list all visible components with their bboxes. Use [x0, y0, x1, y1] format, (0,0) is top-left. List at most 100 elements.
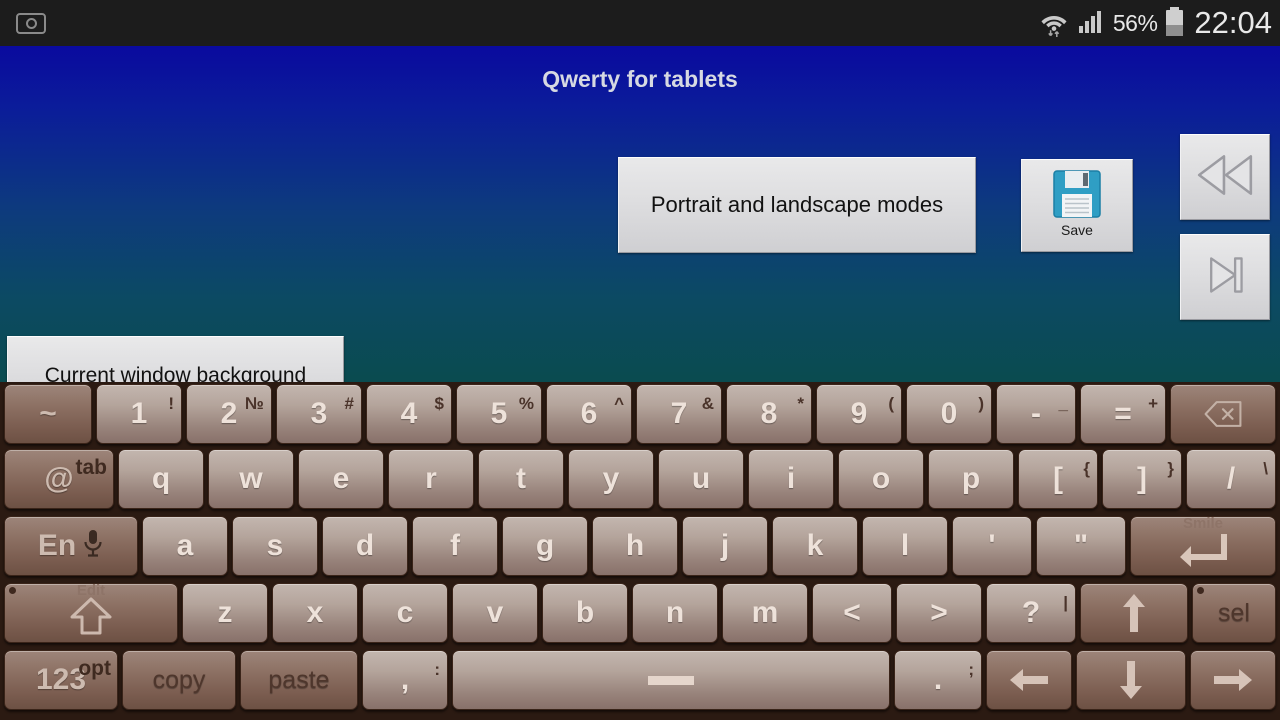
- key-d[interactable]: d: [322, 516, 408, 576]
- key-bracket-left[interactable]: [{: [1018, 449, 1098, 509]
- camera-lens-icon: [25, 17, 37, 29]
- key-a[interactable]: a: [142, 516, 228, 576]
- portrait-landscape-modes-button[interactable]: Portrait and landscape modes: [618, 157, 976, 253]
- key-space[interactable]: [452, 650, 890, 710]
- key-h[interactable]: h: [592, 516, 678, 576]
- key-b[interactable]: b: [542, 583, 628, 643]
- key-t-label: t: [516, 462, 526, 495]
- key-v[interactable]: v: [452, 583, 538, 643]
- key-2-label: 2: [220, 397, 238, 430]
- key-9[interactable]: 9(: [816, 384, 902, 444]
- key-arrow-right[interactable]: [1190, 650, 1276, 710]
- cellular-signal-icon: [1078, 8, 1104, 39]
- key-q[interactable]: q: [118, 449, 204, 509]
- save-button[interactable]: Save: [1021, 159, 1133, 252]
- key-g[interactable]: g: [502, 516, 588, 576]
- key-1[interactable]: 1!: [96, 384, 182, 444]
- key-apostrophe[interactable]: ': [952, 516, 1032, 576]
- key-s-label: s: [266, 529, 284, 562]
- key-s[interactable]: s: [232, 516, 318, 576]
- key-4[interactable]: 4 $: [366, 384, 452, 444]
- key-select[interactable]: sel: [1192, 583, 1276, 643]
- key-t[interactable]: t: [478, 449, 564, 509]
- key-i[interactable]: i: [748, 449, 834, 509]
- key-arrow-left[interactable]: [986, 650, 1072, 710]
- key-r[interactable]: r: [388, 449, 474, 509]
- key-shift-secondary-label: Edit: [76, 583, 106, 599]
- key-8[interactable]: 8 *: [726, 384, 812, 444]
- key-7[interactable]: 7 &: [636, 384, 722, 444]
- key-bracket-right[interactable]: ]}: [1102, 449, 1182, 509]
- key-w-label: w: [239, 462, 263, 495]
- rewind-button[interactable]: [1180, 134, 1270, 220]
- key-minus[interactable]: - _: [996, 384, 1076, 444]
- key-equals-alt-label: +: [1148, 394, 1158, 413]
- app-window: Qwerty for tablets Portrait and landscap…: [0, 46, 1280, 415]
- key-6[interactable]: 6 ^: [546, 384, 632, 444]
- skip-next-button[interactable]: [1180, 234, 1270, 320]
- key-enter[interactable]: Smile: [1130, 516, 1276, 576]
- key-y-label: y: [602, 462, 620, 495]
- key-a-label: a: [176, 529, 194, 562]
- key-0[interactable]: 0): [906, 384, 992, 444]
- on-screen-keyboard: ~1! 2 № 3 #4 $5% 6 ^ 7 & 8 * 9(0) - _ = + @ tab q w e r t y u i o p[…: [0, 382, 1280, 720]
- key-h-label: h: [625, 529, 645, 562]
- key-backspace[interactable]: [1170, 384, 1276, 444]
- key-question[interactable]: ? |: [986, 583, 1076, 643]
- key-question-alt-label: |: [1063, 593, 1068, 612]
- key-c[interactable]: c: [362, 583, 448, 643]
- key-at-tab-alt-label: tab: [75, 456, 108, 479]
- key-n[interactable]: n: [632, 583, 718, 643]
- key-at-tab-label: @: [44, 462, 74, 495]
- key-6-label: 6: [580, 397, 598, 430]
- key-p[interactable]: p: [928, 449, 1014, 509]
- key-slash-alt-label: \: [1263, 459, 1268, 478]
- key-quote[interactable]: ": [1036, 516, 1126, 576]
- key-2[interactable]: 2 №: [186, 384, 272, 444]
- key-greater-than[interactable]: >: [896, 583, 982, 643]
- key-equals[interactable]: = +: [1080, 384, 1166, 444]
- key-r-label: r: [425, 462, 437, 495]
- key-k[interactable]: k: [772, 516, 858, 576]
- key-f[interactable]: f: [412, 516, 498, 576]
- key-arrow-down[interactable]: [1076, 650, 1186, 710]
- key-copy[interactable]: copy: [122, 650, 236, 710]
- key-slash-label: /: [1226, 462, 1236, 495]
- key-123-opt[interactable]: 123 opt: [4, 650, 118, 710]
- key-7-alt-label: &: [701, 394, 714, 413]
- key-period-alt-label: ;: [968, 660, 974, 679]
- key-language-en[interactable]: En: [4, 516, 138, 576]
- key-3[interactable]: 3 #: [276, 384, 362, 444]
- key-2-alt-label: №: [245, 394, 264, 413]
- key-l[interactable]: l: [862, 516, 948, 576]
- key-comma[interactable]: ,:: [362, 650, 448, 710]
- key-less-than[interactable]: <: [812, 583, 892, 643]
- key-period[interactable]: .;: [894, 650, 982, 710]
- microphone-icon: [82, 528, 104, 558]
- key-at-tab[interactable]: @ tab: [4, 449, 114, 509]
- key-shift[interactable]: Edit: [4, 583, 178, 643]
- key-paste[interactable]: paste: [240, 650, 358, 710]
- key-l-label: l: [900, 529, 910, 562]
- skip-next-icon: [1202, 253, 1248, 302]
- key-j[interactable]: j: [682, 516, 768, 576]
- key-e[interactable]: e: [298, 449, 384, 509]
- key-arrow-up[interactable]: [1080, 583, 1188, 643]
- wifi-transfer-icon: [1039, 8, 1069, 38]
- key-tilde[interactable]: ~: [4, 384, 92, 444]
- key-y[interactable]: y: [568, 449, 654, 509]
- key-5[interactable]: 5%: [456, 384, 542, 444]
- key-x[interactable]: x: [272, 583, 358, 643]
- key-u[interactable]: u: [658, 449, 744, 509]
- key-period-label: .: [933, 663, 943, 696]
- key-bracket-left-alt-label: {: [1083, 459, 1090, 478]
- key-m[interactable]: m: [722, 583, 808, 643]
- key-9-alt-label: (: [888, 394, 894, 413]
- shift-row: Edit z x c v b n m < >? | sel: [0, 581, 1280, 648]
- key-z[interactable]: z: [182, 583, 268, 643]
- battery-percent-label: 56%: [1112, 9, 1158, 36]
- key-slash[interactable]: / \: [1186, 449, 1276, 509]
- key-select-label: sel: [1218, 598, 1250, 627]
- key-w[interactable]: w: [208, 449, 294, 509]
- key-o[interactable]: o: [838, 449, 924, 509]
